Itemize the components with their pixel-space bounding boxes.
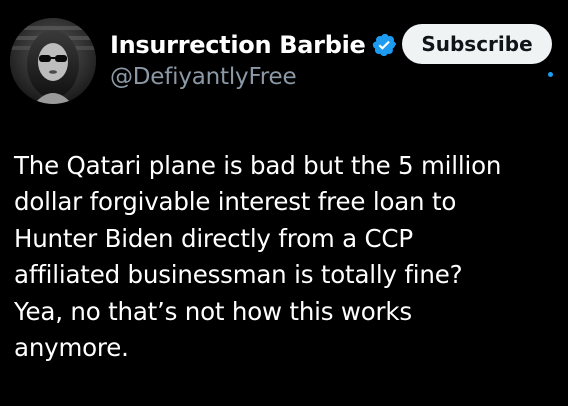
profile-photo-avatar-icon bbox=[10, 18, 96, 104]
verified-badge-icon[interactable] bbox=[372, 32, 398, 58]
author-handle[interactable]: @DefiyantlyFree bbox=[110, 64, 297, 90]
tweet-text-line: affiliated businessman is totally fine? bbox=[14, 260, 463, 290]
tweet-text-line: The Qatari plane is bad but the 5 millio… bbox=[14, 151, 502, 180]
tweet-text: The Qatari plane is bad but the 5 millio… bbox=[14, 148, 562, 366]
tweet-card: Insurrection Barbie @DefiyantlyFree Subs… bbox=[0, 0, 568, 406]
author-name-row: Insurrection Barbie bbox=[110, 28, 398, 62]
tweet-text-line: Hunter Biden directly from a CCP bbox=[14, 223, 413, 253]
tweet-text-line: Yea, no that’s not how this works bbox=[14, 296, 412, 326]
tweet-text-line: anymore. bbox=[14, 333, 129, 363]
author-avatar[interactable] bbox=[10, 18, 96, 104]
author-display-name[interactable]: Insurrection Barbie bbox=[110, 31, 366, 59]
unread-indicator-dot bbox=[548, 72, 553, 77]
tweet-text-line: dollar forgivable interest free loan to bbox=[14, 187, 457, 217]
subscribe-button[interactable]: Subscribe bbox=[402, 24, 552, 64]
